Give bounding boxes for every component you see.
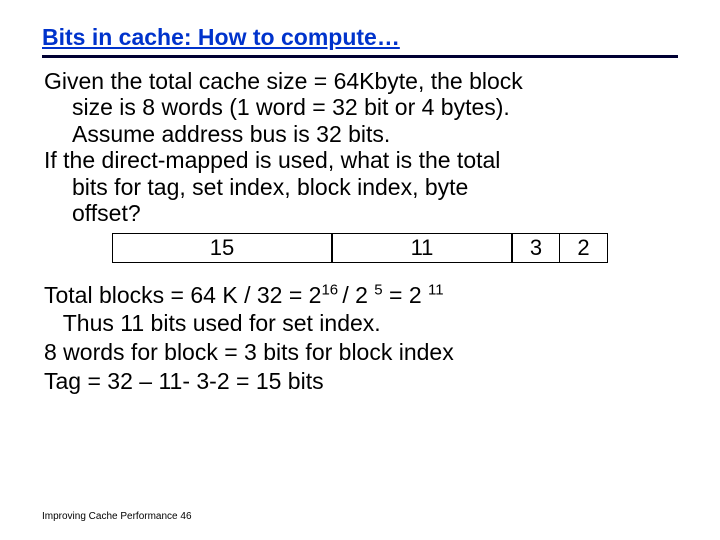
- line: offset?: [44, 200, 678, 226]
- text: = 2: [383, 282, 428, 308]
- slide-footer: Improving Cache Performance 46: [42, 511, 192, 522]
- line: If the direct-mapped is used, what is th…: [44, 147, 678, 173]
- calculation: Total blocks = 64 K / 32 = 216 / 2 5 = 2…: [42, 281, 678, 396]
- exponent: 16: [321, 281, 342, 298]
- calc-line: 8 words for block = 3 bits for block ind…: [44, 338, 678, 367]
- calc-line: Total blocks = 64 K / 32 = 216 / 2 5 = 2…: [44, 281, 678, 310]
- tag-bits-cell: 15: [112, 233, 332, 263]
- exponent: 5: [374, 281, 382, 298]
- problem-statement: Given the total cache size = 64Kbyte, th…: [42, 68, 678, 227]
- calc-line: Tag = 32 – 11- 3-2 = 15 bits: [44, 367, 678, 396]
- line: Assume address bus is 32 bits.: [44, 121, 678, 147]
- byte-bits-cell: 2: [560, 233, 608, 263]
- set-bits-cell: 11: [332, 233, 512, 263]
- line: bits for tag, set index, block index, by…: [44, 174, 678, 200]
- bit-fields-table: 15 11 3 2: [42, 233, 678, 263]
- line: size is 8 words (1 word = 32 bit or 4 by…: [44, 94, 678, 120]
- block-bits-cell: 3: [512, 233, 560, 263]
- text: Total blocks = 64 K / 32 = 2: [44, 282, 321, 308]
- calc-line: Thus 11 bits used for set index.: [44, 309, 678, 338]
- line: Given the total cache size = 64Kbyte, th…: [44, 68, 678, 94]
- text: / 2: [342, 282, 374, 308]
- exponent: 11: [428, 281, 444, 298]
- slide-title: Bits in cache: How to compute…: [42, 24, 678, 58]
